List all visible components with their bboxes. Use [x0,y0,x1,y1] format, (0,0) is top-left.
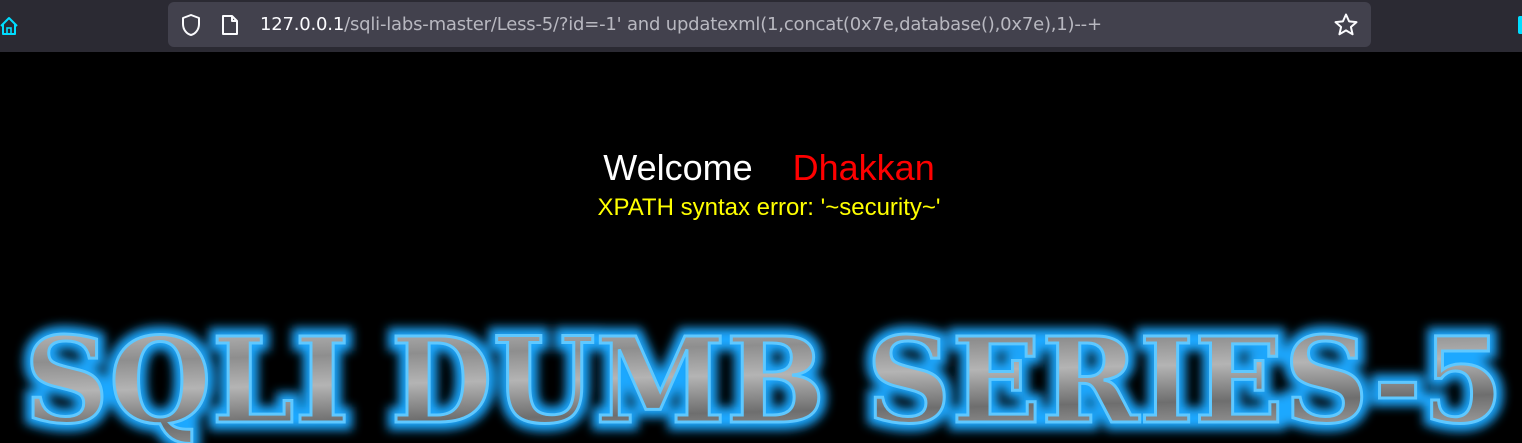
error-message: XPATH syntax error: '~security~' [597,194,941,221]
toolbar-edge-indicator [1518,16,1522,34]
welcome-heading: Welcome Dhakkan [0,145,1522,191]
shield-icon[interactable] [180,13,202,37]
star-icon[interactable] [1333,12,1359,38]
series-banner: SQLI DUMB SERIES-5 SQLI DUMB SERIES-5 [16,310,1512,443]
page-icon[interactable] [221,14,239,36]
url-host: 127.0.0.1 [260,14,345,35]
banner-text: SQLI DUMB SERIES-5 [24,311,1504,443]
address-bar[interactable]: 127.0.0.1/sqli-labs-master/Less-5/?id=-1… [168,2,1371,47]
url-text[interactable]: 127.0.0.1/sqli-labs-master/Less-5/?id=-1… [260,2,1102,47]
home-icon[interactable] [0,14,22,38]
browser-toolbar: 127.0.0.1/sqli-labs-master/Less-5/?id=-1… [0,0,1522,52]
url-path: /sqli-labs-master/Less-5/?id=-1' and upd… [344,14,1102,35]
welcome-text: Welcome [603,147,753,188]
user-name: Dhakkan [792,147,935,188]
